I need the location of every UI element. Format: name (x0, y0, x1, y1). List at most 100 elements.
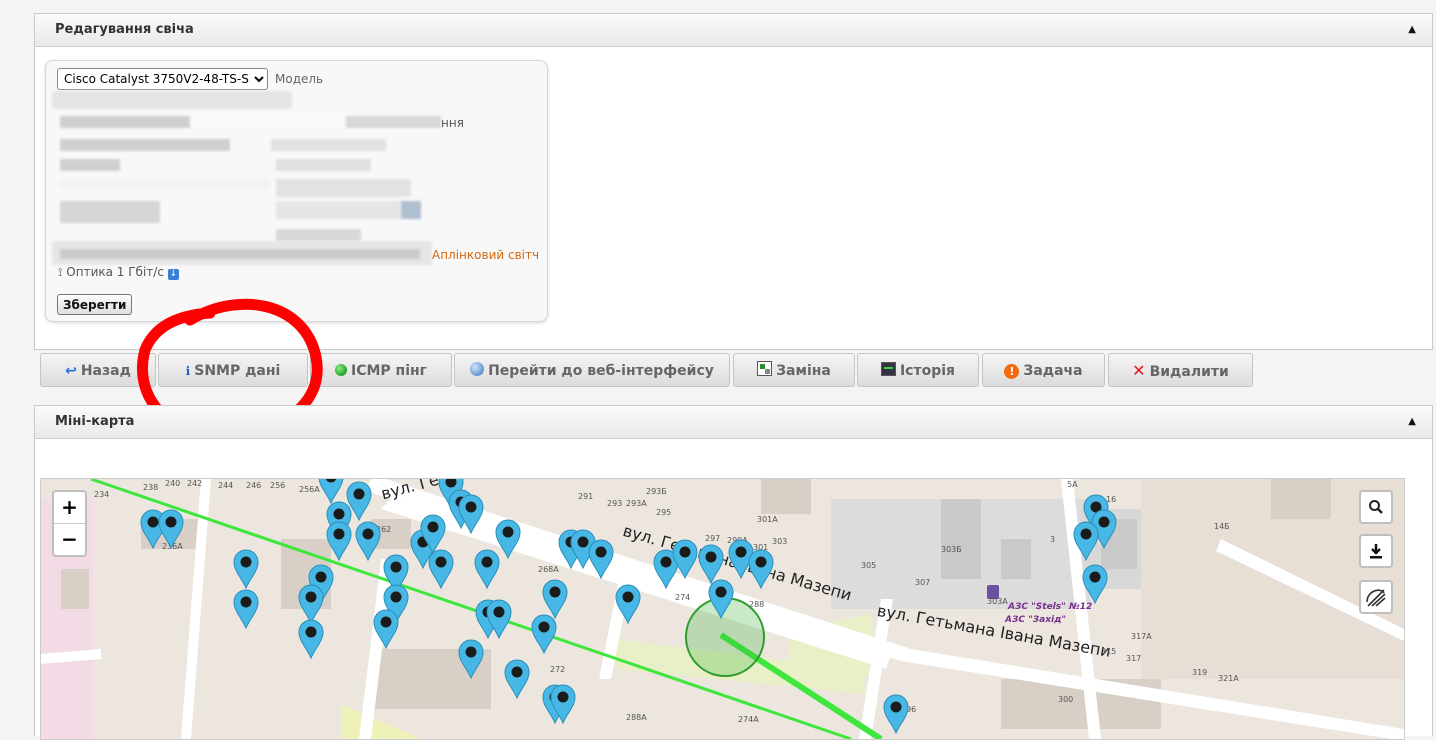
map-draw-button[interactable] (1359, 580, 1393, 614)
map-marker-icon[interactable] (883, 694, 909, 737)
map-marker-icon[interactable] (326, 521, 352, 564)
house-number: 301А (757, 515, 778, 524)
map-marker-icon[interactable] (233, 549, 259, 592)
model-label: Модель (275, 72, 324, 86)
delete-button[interactable]: ✕ Видалити (1108, 353, 1253, 387)
house-number: 317 (1126, 654, 1142, 663)
house-number: 3 (1050, 535, 1056, 544)
map-marker-icon[interactable] (355, 521, 381, 564)
redacted-field (52, 91, 292, 109)
house-number: 234 (94, 490, 110, 499)
redacted-field (60, 179, 270, 189)
map-marker-icon[interactable] (550, 684, 576, 727)
back-arrow-icon: ↩ (65, 363, 77, 379)
map-marker-icon[interactable] (504, 659, 530, 702)
house-number: 307 (915, 578, 931, 587)
house-number: 14Б (1214, 522, 1230, 531)
map-marker-icon[interactable] (588, 539, 614, 582)
collapse-up-icon[interactable]: ▲ (1408, 14, 1416, 46)
search-icon (1369, 500, 1383, 514)
redacted-field (401, 201, 421, 219)
map-marker-icon[interactable] (158, 509, 184, 552)
redacted-field (346, 116, 441, 128)
house-number: 246 (246, 481, 262, 490)
house-number: 272 (550, 665, 566, 674)
history-button[interactable]: Історія (857, 353, 979, 387)
map-marker-icon[interactable] (1082, 564, 1108, 607)
task-button[interactable]: ! Задача (982, 353, 1105, 387)
house-number: 288 (749, 600, 765, 609)
map-marker-icon[interactable] (672, 539, 698, 582)
replace-icon (757, 361, 773, 376)
draw-area-icon (1366, 589, 1386, 607)
house-number: 295 (656, 508, 672, 517)
edit-switch-header[interactable]: Редагування свіча ▲ (35, 14, 1432, 47)
optics-label: ⟟ Оптика 1 Гбіт/с ↓ (58, 265, 179, 280)
partial-label: ння (441, 116, 464, 130)
collapse-up-icon[interactable]: ▲ (1408, 406, 1416, 438)
globe-icon (470, 362, 485, 376)
house-number: 242 (187, 479, 203, 488)
redacted-field (276, 159, 371, 171)
house-number: 305 (861, 561, 877, 570)
map-marker-icon[interactable] (486, 599, 512, 642)
map-marker-icon[interactable] (1073, 521, 1099, 564)
house-number: 288А (626, 713, 647, 722)
house-number: 297 (705, 534, 721, 543)
house-number: 240 (165, 479, 181, 488)
map-marker-icon[interactable] (458, 494, 484, 537)
map-marker-icon[interactable] (495, 519, 521, 562)
redacted-field (60, 201, 160, 223)
house-number: 293А (626, 499, 647, 508)
icmp-ping-button[interactable]: ICMP пінг (310, 353, 452, 387)
map-marker-icon[interactable] (373, 609, 399, 652)
gas-station-label: АЗС "Stels" №12 (1008, 602, 1093, 612)
zoom-in-button[interactable]: + (54, 492, 85, 523)
edit-switch-title: Редагування свіча (55, 22, 194, 37)
map-search-button[interactable] (1359, 490, 1393, 524)
house-number: 256 (270, 481, 286, 490)
switch-edit-form: Cisco Catalyst 3750V2-48-TS-S Модель ння… (45, 60, 548, 322)
green-dot-icon (334, 364, 347, 376)
map-marker-icon[interactable] (615, 584, 641, 627)
house-number: 317А (1131, 632, 1152, 641)
map-marker-icon[interactable] (298, 619, 324, 662)
mini-map[interactable]: вул. Гетьмана Івана Мазепи вул. Гетьмана… (40, 478, 1405, 740)
house-number: 244 (218, 481, 234, 490)
replace-button[interactable]: Заміна (733, 353, 855, 387)
house-number: 293Б (646, 487, 667, 496)
history-icon (880, 362, 896, 376)
house-number: 293 (607, 499, 623, 508)
map-download-button[interactable] (1359, 534, 1393, 568)
house-number: 321А (1218, 674, 1239, 683)
delete-x-icon: ✕ (1132, 361, 1146, 380)
redacted-field (60, 249, 420, 259)
house-number: 274 (675, 593, 691, 602)
map-marker-icon[interactable] (708, 579, 734, 622)
map-marker-icon[interactable] (748, 549, 774, 592)
house-number: 303 (772, 537, 788, 546)
house-number: 238 (143, 483, 159, 492)
house-number: 256А (299, 485, 320, 494)
redacted-field (60, 116, 190, 128)
download-arrow-icon: ↓ (167, 269, 179, 280)
redacted-field (276, 201, 401, 219)
redacted-field (276, 179, 411, 197)
house-number: 300 (1058, 695, 1074, 704)
mini-map-title: Міні-карта (55, 414, 135, 429)
redacted-field (191, 118, 341, 127)
map-marker-icon[interactable] (531, 614, 557, 657)
web-interface-button[interactable]: Перейти до веб-інтерфейсу (454, 353, 730, 387)
model-select[interactable]: Cisco Catalyst 3750V2-48-TS-S (57, 68, 268, 90)
map-marker-icon[interactable] (458, 639, 484, 682)
house-number: 291 (578, 492, 594, 501)
map-marker-icon[interactable] (420, 514, 446, 557)
mini-map-header[interactable]: Міні-карта ▲ (35, 406, 1432, 439)
zoom-out-button[interactable]: − (54, 523, 85, 555)
house-number: 319 (1192, 668, 1208, 677)
download-icon (1370, 544, 1382, 559)
house-number: 315 (1101, 647, 1117, 656)
save-button[interactable]: Зберегти (57, 294, 133, 315)
house-number: 303Б (941, 545, 962, 554)
map-marker-icon[interactable] (233, 589, 259, 632)
